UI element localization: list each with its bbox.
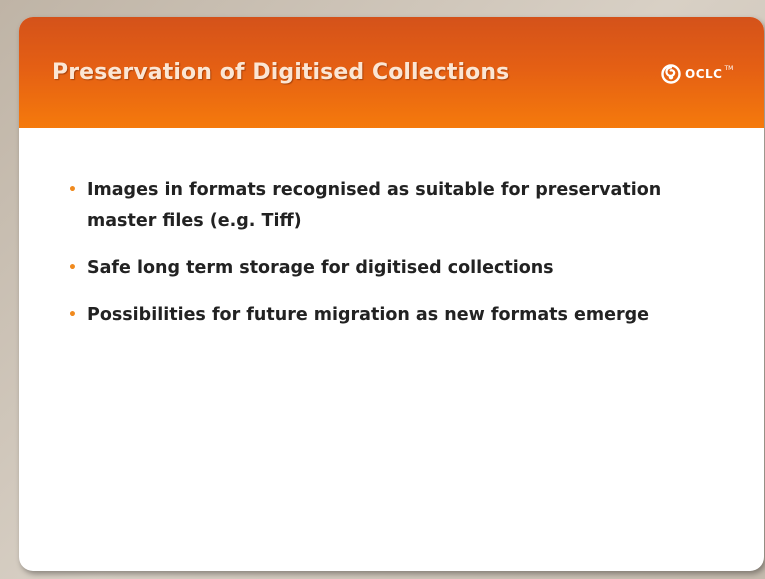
bullet-text: Possibilities for future migration as ne… [87,305,650,325]
bullet-item: • Safe long term storage for digitised c… [68,253,708,284]
slide-header: Preservation of Digitised Collections OC… [19,17,764,128]
oclc-logo-text: OCLC [685,67,723,81]
slide: Preservation of Digitised Collections OC… [19,17,764,571]
slide-title: Preservation of Digitised Collections [52,60,510,85]
bullet-item: • Images in formats recognised as suitab… [68,175,708,237]
oclc-logo: OCLC TM [660,63,733,85]
bullet-list: • Images in formats recognised as suitab… [68,175,708,347]
bullet-text: Images in formats recognised as suitable… [87,180,662,231]
bullet-text: Safe long term storage for digitised col… [87,258,554,278]
oclc-logo-trademark: TM [724,65,734,72]
oclc-logo-icon [661,64,681,84]
bullet-dot-icon: • [68,307,77,323]
bullet-item: • Possibilities for future migration as … [68,300,708,331]
bullet-dot-icon: • [68,182,77,198]
bullet-dot-icon: • [68,260,77,276]
